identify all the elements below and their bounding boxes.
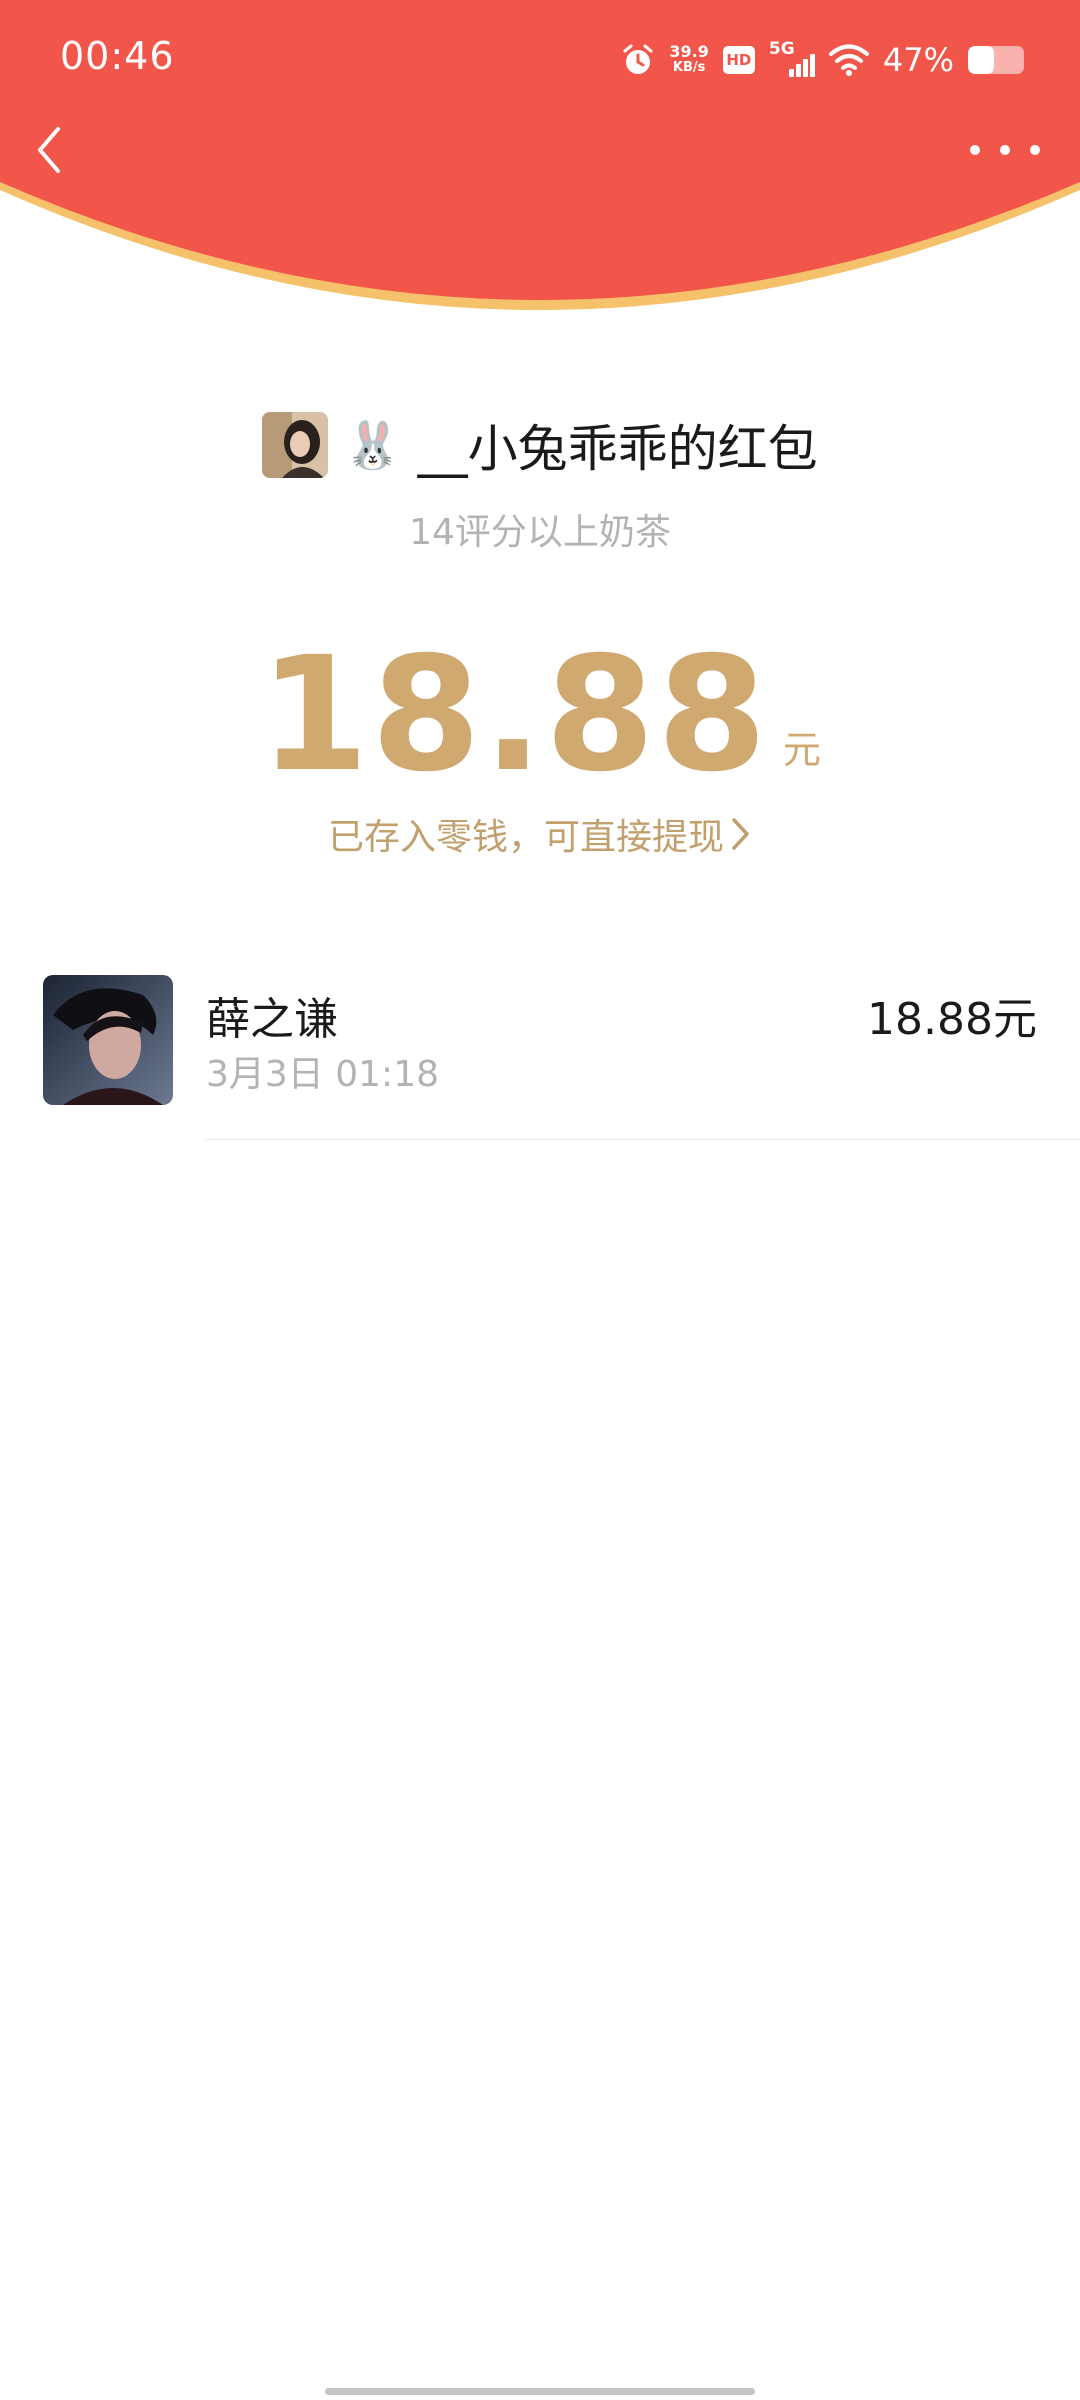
blessing-text: 14评分以上奶茶 [409, 512, 671, 553]
battery-icon [968, 46, 1024, 74]
more-dot [1030, 145, 1040, 155]
battery-percent: 47% [882, 41, 954, 79]
network-speed: 39.9 KB/s [669, 44, 708, 76]
sender-row: 🐰 __小兔乖乖的红包 [0, 408, 1080, 482]
wifi-icon [828, 44, 869, 76]
red-packet-detail-page: 00:46 39.9 KB/s HD 5G 47% 🐰 __小兔乖乖的红包 14… [0, 0, 1080, 2400]
more-dot [1000, 145, 1010, 155]
chevron-left-icon [38, 127, 60, 173]
status-icons: 39.9 KB/s HD 5G 47% [621, 38, 1024, 82]
cellular-5g-icon: 5G [769, 39, 815, 77]
network-speed-unit: KB/s [672, 60, 706, 75]
sender-name: __小兔乖乖的红包 [417, 420, 818, 478]
hd-icon: HD [722, 46, 755, 74]
chevron-right-icon [732, 818, 749, 850]
receiver-list-item[interactable]: 薛之谦 3月3日 01:18 18.88元 [0, 975, 1080, 1141]
more-button[interactable] [970, 130, 1040, 170]
deposit-to-change-link[interactable]: 已存入零钱，可直接提现 [0, 808, 1080, 860]
back-button[interactable] [24, 120, 74, 180]
sender-avatar[interactable] [262, 412, 329, 478]
list-divider [206, 1139, 1080, 1140]
status-bar: 00:46 39.9 KB/s HD 5G 47% [0, 0, 1080, 120]
receiver-name: 薛之谦 [206, 994, 338, 1045]
receive-time: 3月3日 01:18 [206, 1054, 439, 1095]
receiver-amount: 18.88元 [867, 994, 1037, 1045]
network-speed-value: 39.9 [669, 42, 709, 61]
battery-level-fill [968, 46, 995, 74]
alarm-icon [623, 44, 653, 74]
sender-emoji: 🐰 [344, 417, 402, 472]
amount-row: 18.88 元 [0, 620, 1080, 807]
amount-unit: 元 [782, 728, 821, 772]
red-packet-amount: 18.88 [259, 623, 769, 807]
more-dot [970, 145, 980, 155]
network-type-label: 5G [768, 39, 795, 59]
receiver-avatar[interactable] [43, 975, 173, 1105]
deposit-link-label: 已存入零钱，可直接提现 [327, 817, 724, 858]
status-time: 00:46 [60, 34, 175, 78]
home-indicator[interactable] [325, 2388, 755, 2395]
